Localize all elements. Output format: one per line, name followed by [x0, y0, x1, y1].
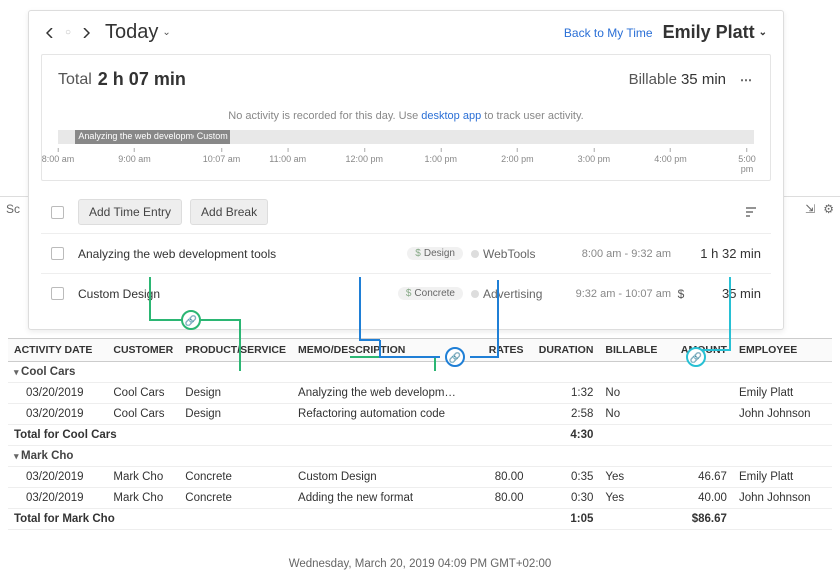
- export-icon[interactable]: ⇲: [805, 202, 815, 216]
- project-chip[interactable]: Advertising: [471, 287, 551, 301]
- today-dot-icon[interactable]: ○: [59, 24, 77, 42]
- bg-left-text: Sc: [6, 202, 20, 216]
- gear-icon[interactable]: ⚙: [823, 202, 834, 216]
- desktop-app-link[interactable]: desktop app: [421, 110, 481, 122]
- table-row[interactable]: 03/20/2019Cool CarsDesignRefactoring aut…: [8, 404, 832, 425]
- table-header[interactable]: RATES: [470, 339, 530, 362]
- time-entry-row[interactable]: Analyzing the web development tools $Desi…: [41, 233, 771, 273]
- billable-indicator: $: [671, 287, 691, 301]
- project-chip[interactable]: WebTools: [471, 247, 551, 261]
- select-all-checkbox[interactable]: [51, 206, 64, 219]
- project-dot-icon: [471, 250, 479, 258]
- add-time-entry-button[interactable]: Add Time Entry: [78, 199, 182, 225]
- timeline[interactable]: Analyzing the web development Custom De …: [58, 130, 754, 170]
- project-dot-icon: [471, 290, 479, 298]
- entry-time-range: 9:32 am - 10:07 am: [551, 288, 671, 300]
- group-total-row: Total for Cool Cars4:30: [8, 425, 832, 446]
- dollar-icon: $: [415, 248, 421, 259]
- time-entry-row[interactable]: Custom Design $Concrete Advertising9:32 am…: [41, 273, 771, 313]
- timeline-tick: 2:00 pm: [501, 148, 534, 164]
- prev-button[interactable]: [41, 24, 59, 42]
- timeline-tick: 9:00 am: [118, 148, 151, 164]
- chevron-down-icon: ⌄: [162, 27, 170, 38]
- entry-checkbox[interactable]: [51, 287, 64, 300]
- report-table-wrap: ACTIVITY DATECUSTOMERPRODUCT/SERVICEMEMO…: [8, 338, 832, 530]
- entry-duration: 35 min: [691, 286, 761, 301]
- table-header[interactable]: CUSTOMER: [107, 339, 179, 362]
- dollar-icon: $: [406, 288, 412, 299]
- entries-block: Add Time Entry Add Break Analyzing the w…: [41, 191, 771, 313]
- table-header[interactable]: ACTIVITY DATE: [8, 339, 107, 362]
- user-picker[interactable]: Emily Platt ⌄: [663, 22, 767, 43]
- entry-title: Custom Design: [78, 287, 378, 301]
- table-row[interactable]: 03/20/2019Mark ChoConcreteCustom Design8…: [8, 467, 832, 488]
- tag-pill[interactable]: $Design: [407, 247, 463, 260]
- timeline-segment[interactable]: Analyzing the web development: [75, 130, 193, 144]
- time-card: ○ Today ⌄ Back to My Time Emily Platt ⌄ …: [28, 10, 784, 330]
- table-header[interactable]: MEMO/DESCRIPTION: [292, 339, 470, 362]
- chevron-down-icon: ⌄: [759, 27, 767, 38]
- sort-icon[interactable]: [745, 206, 761, 218]
- back-to-my-time-link[interactable]: Back to My Time: [564, 26, 653, 40]
- group-row[interactable]: Cool Cars: [8, 362, 832, 383]
- group-total-row: Total for Mark Cho1:05$86.67: [8, 509, 832, 530]
- user-name: Emily Platt: [663, 22, 755, 43]
- timeline-tick: 10:07 am: [203, 148, 241, 164]
- entry-checkbox[interactable]: [51, 247, 64, 260]
- timeline-segment[interactable]: Custom De: [194, 130, 230, 144]
- next-button[interactable]: [77, 24, 95, 42]
- entries-toolbar: Add Time Entry Add Break: [41, 191, 771, 233]
- add-break-button[interactable]: Add Break: [190, 199, 268, 225]
- activity-info: No activity is recorded for this day. Us…: [42, 104, 770, 130]
- entry-time-range: 8:00 am - 9:32 am: [551, 248, 671, 260]
- summary-box: Total 2 h 07 min Billable 35 min ⋯ No ac…: [41, 54, 771, 181]
- total-value: 2 h 07 min: [98, 69, 186, 90]
- table-row[interactable]: 03/20/2019Mark ChoConcreteAdding the new…: [8, 488, 832, 509]
- entry-duration: 1 h 32 min: [691, 246, 761, 261]
- card-header: ○ Today ⌄ Back to My Time Emily Platt ⌄: [29, 11, 783, 50]
- table-header[interactable]: DURATION: [530, 339, 600, 362]
- table-header[interactable]: AMOUNT: [663, 339, 733, 362]
- more-menu-button[interactable]: ⋯: [740, 73, 754, 87]
- page-footer: Wednesday, March 20, 2019 04:09 PM GMT+0…: [0, 558, 840, 570]
- billable-label: Billable: [629, 71, 677, 88]
- timeline-tick: 4:00 pm: [654, 148, 687, 164]
- timeline-tick: 5:00 pm: [738, 148, 756, 174]
- timeline-tick: 3:00 pm: [578, 148, 611, 164]
- tag-pill[interactable]: $Concrete: [398, 287, 463, 300]
- timeline-tick: 12:00 pm: [345, 148, 383, 164]
- entry-title: Analyzing the web development tools: [78, 247, 378, 261]
- timeline-tick: 8:00 am: [42, 148, 75, 164]
- table-row[interactable]: 03/20/2019Cool CarsDesignAnalyzing the w…: [8, 383, 832, 404]
- timeline-tick: 1:00 pm: [425, 148, 458, 164]
- date-picker[interactable]: Today ⌄: [105, 21, 171, 44]
- table-header[interactable]: EMPLOYEE: [733, 339, 832, 362]
- group-row[interactable]: Mark Cho: [8, 446, 832, 467]
- report-table: ACTIVITY DATECUSTOMERPRODUCT/SERVICEMEMO…: [8, 338, 832, 530]
- table-header[interactable]: PRODUCT/SERVICE: [179, 339, 292, 362]
- table-header[interactable]: BILLABLE: [599, 339, 663, 362]
- date-label: Today: [105, 21, 158, 44]
- total-label: Total: [58, 71, 92, 89]
- billable-value: 35 min: [681, 71, 726, 88]
- timeline-tick: 11:00 am: [269, 148, 306, 164]
